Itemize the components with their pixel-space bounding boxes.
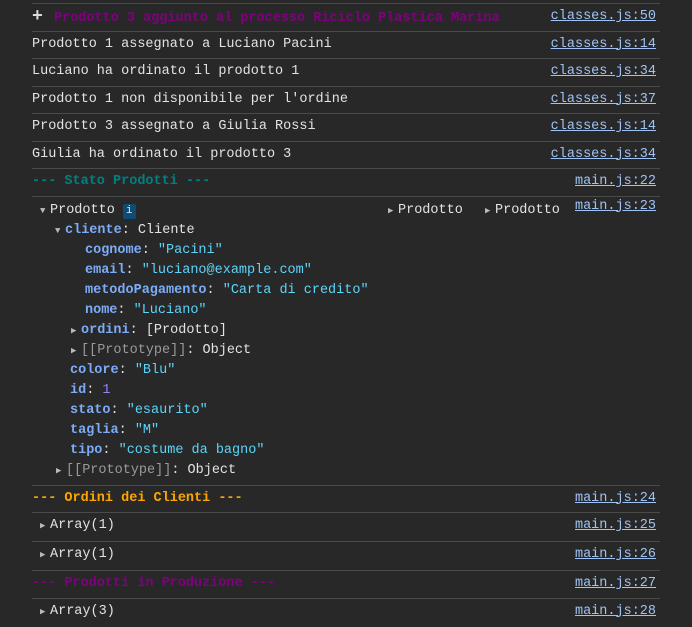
property-email: email: "luciano@example.com" (85, 262, 312, 278)
message-text: Prodotto 1 assegnato a Luciano Pacini (32, 36, 332, 52)
value: "costume da bagno" (118, 442, 265, 458)
value: "Luciano" (133, 302, 207, 318)
value: "Carta di credito" (222, 282, 369, 298)
message-text: Giulia ha ordinato il prodotto 3 (32, 146, 292, 162)
property-nome: nome: "Luciano" (85, 302, 207, 318)
key: colore (70, 362, 119, 378)
property-prototype[interactable]: ▶ [[Prototype]]: Object (32, 461, 660, 481)
array-label: Array(1) (50, 518, 115, 533)
console-message: Prodotto 1 assegnato a Luciano Pacini cla… (32, 32, 660, 59)
key: id (70, 382, 87, 398)
key: metodoPagamento (85, 282, 207, 298)
info-icon[interactable]: i (122, 203, 136, 219)
console-message: --- Prodotti in Produzione --- main.js:27 (32, 571, 660, 599)
value: [Prodotto] (145, 322, 227, 338)
source-link[interactable]: main.js:28 (575, 599, 656, 626)
source-link[interactable]: main.js:22 (575, 169, 656, 196)
array-label: Array(1) (50, 547, 115, 562)
object-inspector: main.js:23 ▼ Prodotto i ▶ Prodotto ▶ Prodot… (32, 197, 660, 486)
section-header: --- Stato Prodotti --- (32, 174, 211, 189)
property-taglia: taglia: "M" (70, 422, 160, 438)
property-prototype[interactable]: ▶ [[Prototype]]: Object (32, 341, 660, 361)
collapsed-arrow-icon: ▶ (56, 465, 62, 476)
value: Cliente (137, 222, 195, 238)
value: "luciano@example.com" (141, 262, 312, 278)
console-message: Luciano ha ordinato il prodotto 1 classes… (32, 59, 660, 87)
collapsed-item[interactable]: ▶ Prodotto (388, 201, 463, 221)
console-message: Prodotto 1 non disponibile per l'ordine c… (32, 87, 660, 114)
value: "Pacini" (157, 242, 223, 258)
value: Object (187, 462, 237, 478)
property-metodo-pagamento: metodoPagamento: "Carta di credito" (85, 282, 369, 298)
array-entry[interactable]: ▶ Array(1) main.js:25 (32, 513, 660, 542)
source-link[interactable]: main.js:25 (575, 513, 656, 540)
array-entry[interactable]: ▶ Array(3) main.js:28 (32, 599, 660, 626)
source-link[interactable]: classes.js:37 (551, 87, 656, 114)
key: ordini (81, 322, 130, 338)
source-link[interactable]: classes.js:34 (551, 142, 656, 169)
console-message: --- Ordini dei Clienti --- main.js:24 (32, 486, 660, 513)
property-colore: colore: "Blu" (70, 362, 176, 378)
array-label: Array(3) (50, 603, 115, 619)
key: nome (85, 302, 118, 318)
value: "M" (134, 422, 160, 438)
source-link[interactable]: classes.js:14 (551, 32, 656, 59)
property-tipo: tipo: "costume da bagno" (70, 442, 265, 458)
key: email (85, 262, 126, 278)
property-id: id: 1 (70, 382, 111, 398)
source-link[interactable]: main.js:27 (575, 571, 656, 598)
collapsed-arrow-icon: ▶ (71, 345, 77, 356)
collapsed-arrow-icon: ▶ (40, 606, 46, 617)
key: cliente (65, 222, 122, 238)
key: taglia (70, 422, 119, 438)
console-message: --- Stato Prodotti --- main.js:22 (32, 169, 660, 197)
section-header: --- Prodotti in Produzione --- (32, 576, 276, 591)
property-cognome: cognome: "Pacini" (85, 242, 223, 258)
object-label: Prodotto (50, 202, 115, 218)
property-stato: stato: "esaurito" (70, 402, 208, 418)
plus-icon: + (32, 7, 43, 27)
item-label: Prodotto (495, 202, 560, 218)
key: tipo (70, 442, 103, 458)
property-cliente[interactable]: ▼ cliente: Cliente (32, 221, 660, 241)
key: stato (70, 402, 111, 418)
message-text: Prodotto 3 assegnato a Giulia Rossi (32, 119, 316, 134)
key: [[Prototype]] (81, 342, 187, 358)
collapsed-arrow-icon: ▶ (388, 205, 394, 216)
message-text: Luciano ha ordinato il prodotto 1 (32, 64, 300, 79)
key: cognome (85, 242, 142, 258)
section-header: --- Ordini dei Clienti --- (32, 490, 243, 506)
value: "Blu" (134, 362, 176, 378)
message-text: Prodotto 3 aggiunto al processo Riciclo … (54, 11, 500, 26)
collapsed-arrow-icon: ▶ (40, 550, 46, 560)
value: "esaurito" (126, 402, 208, 418)
collapsed-item[interactable]: ▶ Prodotto (485, 201, 560, 221)
console-message: Giulia ha ordinato il prodotto 3 classes.… (32, 142, 660, 169)
expanded-arrow-icon[interactable]: ▼ (40, 201, 50, 221)
property-ordini[interactable]: ▶ ordini: [Prodotto] (32, 321, 660, 341)
value: 1 (102, 382, 111, 398)
array-entry[interactable]: ▶ Array(1) main.js:26 (32, 542, 660, 571)
source-link[interactable]: main.js:24 (575, 486, 656, 513)
key: [[Prototype]] (66, 462, 172, 478)
collapsed-arrow-icon: ▶ (40, 521, 46, 531)
item-label: Prodotto (398, 202, 463, 218)
source-link[interactable]: classes.js:14 (551, 114, 656, 141)
collapsed-arrow-icon: ▶ (71, 325, 77, 336)
console-message: + Prodotto 3 aggiunto al processo Riciclo… (32, 4, 660, 32)
message-text: Prodotto 1 non disponibile per l'ordine (32, 91, 348, 107)
value: Object (202, 342, 252, 358)
source-link[interactable]: main.js:26 (575, 542, 656, 569)
object-root[interactable]: ▼ Prodotto i ▶ Prodotto ▶ Prodotto (32, 201, 660, 221)
source-link[interactable]: classes.js:50 (551, 4, 656, 31)
source-link[interactable]: classes.js:34 (551, 59, 656, 86)
console-panel: + Prodotto 3 aggiunto al processo Riciclo… (32, 3, 660, 625)
collapsed-arrow-icon: ▶ (485, 205, 491, 216)
console-message: Prodotto 3 assegnato a Giulia Rossi class… (32, 114, 660, 142)
